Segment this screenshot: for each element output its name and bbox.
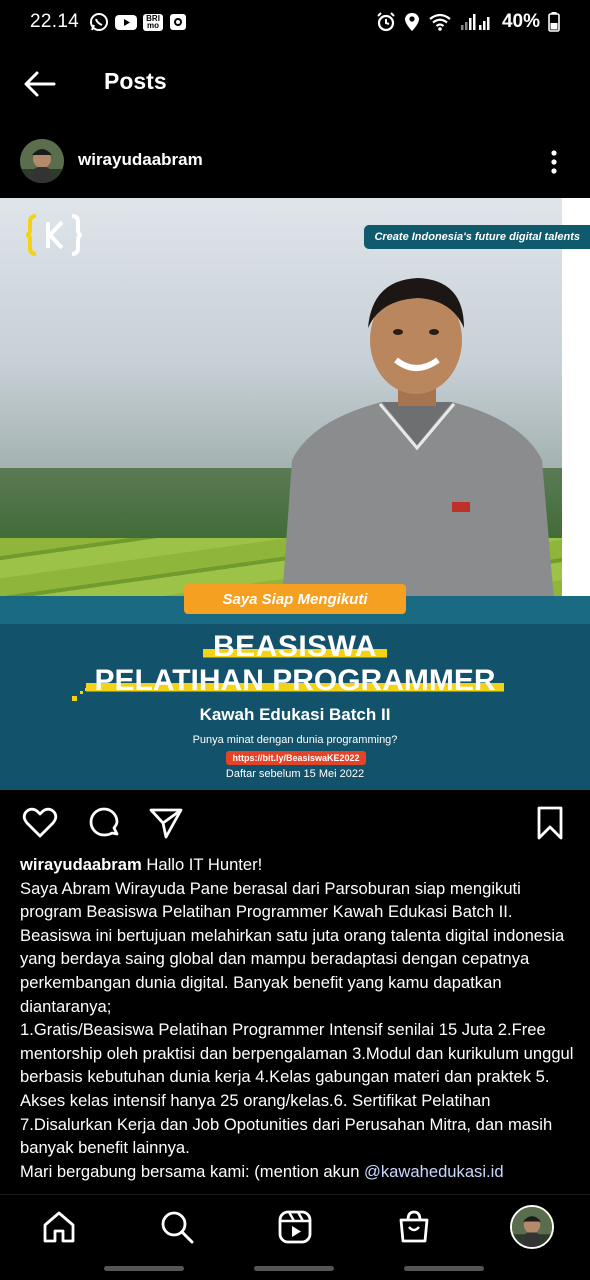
post-header: wirayudaabram: [0, 134, 590, 190]
post-actions: [0, 800, 590, 846]
gesture-bar: [254, 1266, 334, 1271]
bottom-navigation: [0, 1194, 590, 1262]
caption-paragraph-3: Mari bergabung bersama kami: (mention ak…: [20, 1161, 365, 1181]
post-image[interactable]: Create Indonesia's future digital talent…: [0, 198, 590, 790]
caption-author[interactable]: wirayudaabram: [20, 855, 142, 874]
batch-title: Kawah Edukasi Batch II: [199, 705, 391, 724]
status-time: 22.14: [30, 11, 80, 32]
comment-icon[interactable]: [86, 805, 122, 841]
more-vertical-icon[interactable]: [540, 148, 568, 176]
brimo-label: BRI mo: [146, 14, 160, 30]
reels-icon[interactable]: [277, 1209, 313, 1245]
bookmark-icon[interactable]: [532, 805, 568, 841]
wifi-icon: [429, 13, 451, 31]
gesture-bar: [104, 1266, 184, 1271]
page-title: Posts: [104, 68, 167, 94]
deadline-text: Daftar sebelum 15 Mei 2022: [225, 768, 365, 780]
search-icon[interactable]: [159, 1209, 195, 1245]
question-text: Punya minat dengan dunia programming?: [192, 734, 398, 746]
avatar-image: [20, 139, 64, 183]
alarm-icon: [377, 12, 395, 32]
battery-icon: [548, 12, 560, 32]
ribbon-label: Saya Siap Mengikuti: [184, 584, 406, 614]
home-icon[interactable]: [41, 1209, 77, 1245]
share-icon[interactable]: [148, 805, 184, 841]
location-icon: [404, 13, 419, 31]
person-photo: [282, 278, 554, 600]
gesture-bar: [404, 1266, 484, 1271]
whatsapp-icon: [90, 13, 109, 31]
shop-icon[interactable]: [396, 1209, 432, 1245]
edge-strip: [562, 198, 590, 598]
signal-icon: [460, 14, 490, 30]
mention-link[interactable]: @kawahedukasi.id: [364, 1162, 504, 1181]
youtube-icon: [115, 14, 138, 30]
sparkle-decoration: [72, 688, 88, 701]
kawah-logo: [26, 214, 82, 256]
camera-icon: [170, 14, 187, 30]
status-bar: 22.14 BRI mo 40%: [0, 0, 590, 44]
profile-avatar-image: [512, 1207, 552, 1247]
avatar[interactable]: [20, 139, 64, 183]
caption-paragraph-1: Saya Abram Wirayuda Pane berasal dari Pa…: [20, 878, 565, 1016]
top-bar: Posts: [0, 52, 590, 116]
profile-avatar[interactable]: [510, 1205, 554, 1249]
caption-greeting: Hallo IT Hunter!: [146, 855, 263, 874]
battery-percent: 40%: [501, 11, 540, 32]
tagline-badge: Create Indonesia's future digital talent…: [364, 225, 590, 249]
headline-1-text: BEASISWA: [202, 630, 388, 663]
caption-paragraph-2: 1.Gratis/Beasiswa Pelatihan Programmer I…: [20, 1020, 574, 1158]
heart-icon[interactable]: [22, 805, 58, 841]
post-caption: wirayudaabram Hallo IT Hunter! Saya Abra…: [20, 853, 575, 1193]
headline-2-text: PELATIHAN PROGRAMMER: [86, 664, 504, 697]
back-arrow-icon[interactable]: [22, 66, 58, 102]
post-username[interactable]: wirayudaabram: [78, 150, 203, 170]
brimo-icon: BRI mo: [143, 13, 164, 31]
headline-beasiswa: BEASISWA: [0, 630, 590, 664]
link-badge: https://bit.ly/BeasiswaKE2022: [226, 751, 366, 765]
